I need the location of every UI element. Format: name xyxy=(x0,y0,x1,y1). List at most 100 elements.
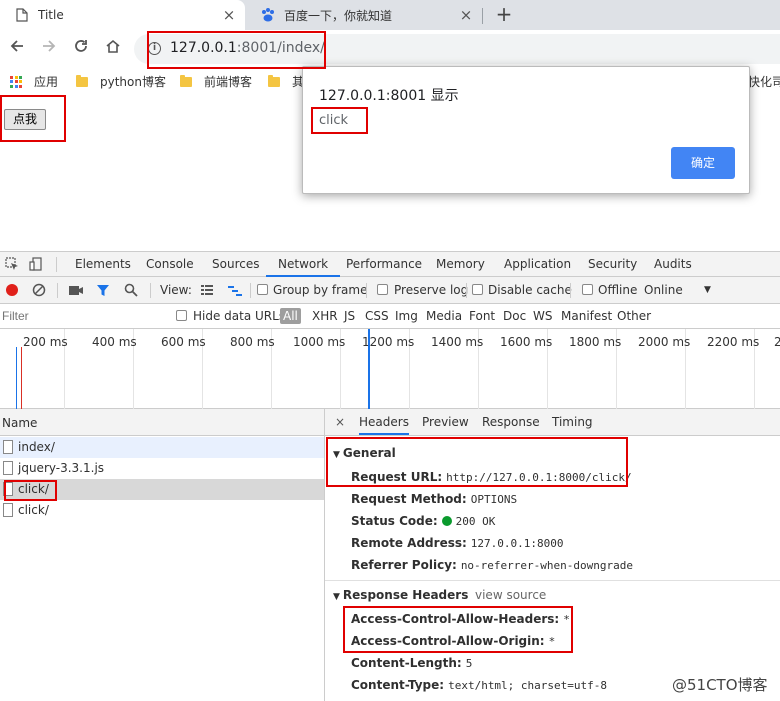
tab-network[interactable]: Network xyxy=(266,252,341,277)
close-details-icon[interactable]: × xyxy=(335,415,345,429)
group-by-frame-label: Group by frame xyxy=(273,283,368,297)
network-toolbar: View: Group by frame Preserve log Disabl… xyxy=(0,277,780,304)
tick-label: 1400 ms xyxy=(431,335,484,349)
large-rows-icon[interactable] xyxy=(200,283,214,297)
offline-checkbox[interactable] xyxy=(582,284,593,295)
tick-label: 2000 ms xyxy=(638,335,691,349)
browser-toolbar: i 127.0.0.1:8001/index/ xyxy=(0,30,780,68)
tab-baidu[interactable]: 百度一下，你就知道 × xyxy=(246,0,482,30)
filter-funnel-icon[interactable] xyxy=(96,283,110,297)
type-filter-media[interactable]: Media xyxy=(426,309,462,323)
screenshot-camera-icon[interactable] xyxy=(68,283,83,297)
tab-elements[interactable]: Elements xyxy=(75,252,131,277)
view-source-link[interactable]: view source xyxy=(475,588,546,602)
preserve-log-checkbox[interactable] xyxy=(377,284,388,295)
tab-memory[interactable]: Memory xyxy=(436,252,485,277)
tab-timing[interactable]: Timing xyxy=(552,409,593,435)
home-icon[interactable] xyxy=(102,38,124,60)
response-headers-section-toggle[interactable]: ▼ Response Headers xyxy=(333,588,468,602)
request-row[interactable]: index/ xyxy=(0,437,324,458)
click-me-button[interactable]: 点我 xyxy=(4,109,46,130)
tick-label: 1000 ms xyxy=(293,335,346,349)
requests-header[interactable]: Name xyxy=(0,409,324,436)
headers-panel: ▼ General Request URL: http://127.0.0.1:80… xyxy=(324,436,780,701)
alert-ok-button[interactable]: 确定 xyxy=(671,147,735,179)
hide-data-urls-checkbox[interactable] xyxy=(176,310,187,321)
type-filter-css[interactable]: CSS xyxy=(365,309,389,323)
offline-label: Offline xyxy=(598,283,638,297)
info-icon[interactable]: i xyxy=(148,42,161,55)
clear-icon[interactable] xyxy=(32,283,46,297)
folder-icon xyxy=(180,74,192,87)
tick-label: 2 xyxy=(774,335,780,349)
baidu-paw-icon xyxy=(260,7,276,23)
request-row-selected[interactable]: click/ xyxy=(0,479,324,500)
close-icon[interactable]: × xyxy=(456,6,476,24)
request-row[interactable]: click/ xyxy=(0,500,324,521)
tab-performance[interactable]: Performance xyxy=(346,252,422,277)
network-overview-timeline[interactable]: 200 ms 400 ms 600 ms 800 ms 1000 ms 1200… xyxy=(0,329,780,409)
header-row: Remote Address: 127.0.0.1:8000 xyxy=(351,536,564,550)
tab-divider xyxy=(482,8,483,24)
alert-message: click xyxy=(319,113,349,128)
back-arrow-icon[interactable] xyxy=(6,38,28,60)
name-column-header: Name xyxy=(2,416,38,430)
search-icon[interactable] xyxy=(124,283,138,297)
tab-audits[interactable]: Audits xyxy=(654,252,692,277)
inspect-element-icon[interactable] xyxy=(5,257,19,271)
tick-label: 1800 ms xyxy=(569,335,622,349)
group-by-frame-checkbox[interactable] xyxy=(257,284,268,295)
filter-input[interactable] xyxy=(2,307,162,325)
tab-security[interactable]: Security xyxy=(588,252,637,277)
bookmark-frontend[interactable]: 前端博客 xyxy=(180,73,252,90)
tab-title[interactable]: Title × xyxy=(0,0,245,30)
divider xyxy=(56,257,57,272)
header-row: Content-Type: text/html; charset=utf-8 xyxy=(351,678,608,692)
bookmark-python[interactable]: python博客 xyxy=(76,73,166,90)
tab-sources[interactable]: Sources xyxy=(212,252,259,277)
type-filter-js[interactable]: JS xyxy=(344,309,355,323)
browser-tab-strip: Title × 百度一下，你就知道 × + xyxy=(0,0,780,30)
tick-label: 2200 ms xyxy=(707,335,760,349)
section-divider xyxy=(325,580,780,581)
expand-triangle-icon: ▼ xyxy=(333,592,340,602)
throttling-select[interactable]: Online xyxy=(644,283,683,297)
general-section-toggle[interactable]: ▼ General xyxy=(333,446,396,460)
type-filter-font[interactable]: Font xyxy=(469,309,495,323)
new-tab-button[interactable]: + xyxy=(492,3,516,27)
tab-response[interactable]: Response xyxy=(482,409,540,435)
dropdown-arrow-icon[interactable]: ▼ xyxy=(704,285,711,295)
tab-console[interactable]: Console xyxy=(146,252,194,277)
record-icon[interactable] xyxy=(5,283,19,297)
tab-application[interactable]: Application xyxy=(504,252,571,277)
bookmark-other[interactable]: 其 xyxy=(268,73,304,90)
load-marker xyxy=(21,347,22,409)
tab-label: Title xyxy=(38,8,64,22)
type-filter-img[interactable]: Img xyxy=(395,309,418,323)
type-filter-manifest[interactable]: Manifest xyxy=(561,309,612,323)
type-filter-other[interactable]: Other xyxy=(617,309,651,323)
divider xyxy=(250,283,251,298)
divider xyxy=(366,283,367,298)
apps-grid-icon xyxy=(10,75,22,88)
disable-cache-checkbox[interactable] xyxy=(472,284,483,295)
bookmark-overflow[interactable]: 快化司 xyxy=(748,73,780,90)
type-filter-xhr[interactable]: XHR xyxy=(312,309,338,323)
forward-arrow-icon[interactable] xyxy=(38,38,60,60)
file-icon xyxy=(3,503,13,517)
type-filter-ws[interactable]: WS xyxy=(533,309,552,323)
device-toolbar-icon[interactable] xyxy=(29,257,43,271)
waterfall-icon[interactable] xyxy=(227,283,242,297)
tab-preview[interactable]: Preview xyxy=(422,409,469,435)
document-icon xyxy=(3,440,13,454)
address-bar[interactable]: i 127.0.0.1:8001/index/ xyxy=(134,34,780,64)
reload-icon[interactable] xyxy=(70,38,92,60)
status-ok-icon xyxy=(441,516,452,526)
close-icon[interactable]: × xyxy=(219,6,239,24)
type-filter-doc[interactable]: Doc xyxy=(503,309,526,323)
request-row[interactable]: jquery-3.3.1.js xyxy=(0,458,324,479)
devtools-tab-bar: Elements Console Sources Network Perform… xyxy=(0,251,780,277)
tab-headers[interactable]: Headers xyxy=(359,409,409,435)
type-filter-all[interactable]: All xyxy=(280,308,301,324)
bookmark-apps[interactable]: 应用 xyxy=(10,73,58,90)
